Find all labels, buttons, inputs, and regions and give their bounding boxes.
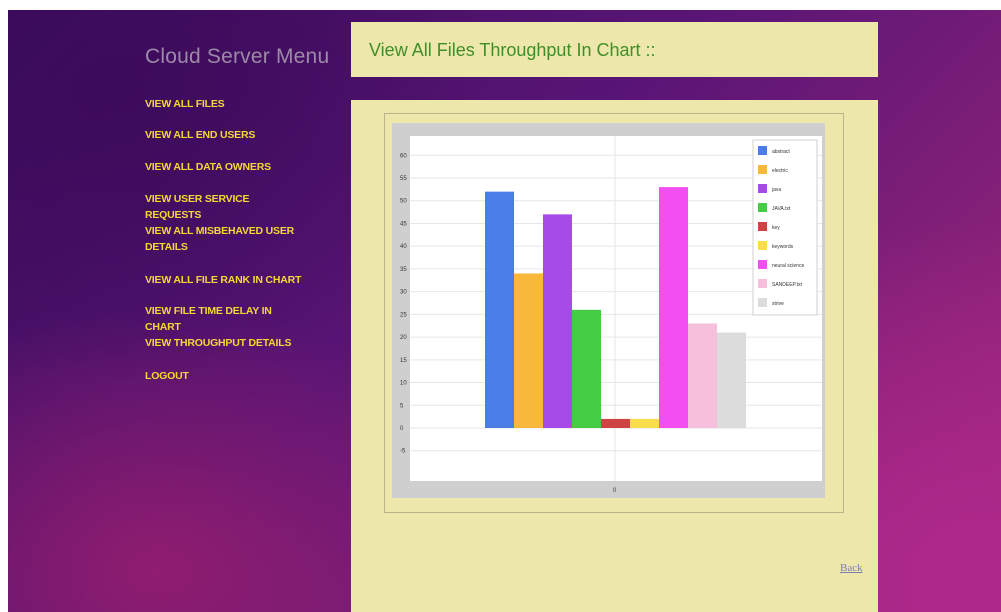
menu-item-view-file-time-delay-chart[interactable]: VIEW FILE TIME DELAY IN CHART — [145, 303, 305, 335]
header-box: View All Files Throughput In Chart :: — [351, 22, 878, 77]
back-link[interactable]: Back — [840, 562, 863, 574]
legend-swatch — [758, 203, 767, 212]
menu-item-view-throughput-details[interactable]: VIEW THROUGHPUT DETAILS — [145, 335, 305, 351]
bar — [659, 187, 688, 428]
x-tick-label: 0 — [613, 488, 617, 494]
y-tick-label: 50 — [400, 199, 407, 205]
bar — [514, 273, 543, 428]
legend-swatch — [758, 260, 767, 269]
bar — [572, 309, 601, 428]
y-tick-label: 15 — [400, 358, 407, 364]
y-tick-label: -5 — [400, 449, 406, 455]
legend-label: JAVA.txt — [772, 206, 791, 212]
legend-label: abstract — [772, 149, 790, 155]
bar — [485, 191, 514, 428]
throughput-chart: -5 0 5 10 15 20 25 30 35 40 45 50 55 60 0 abstract elect… — [400, 136, 822, 494]
legend-label: neural science — [772, 263, 804, 269]
legend-label: java — [771, 187, 781, 193]
legend-label: strive — [772, 301, 784, 307]
y-tick-label: 20 — [400, 335, 407, 341]
legend-swatch — [758, 222, 767, 231]
y-tick-label: 5 — [400, 403, 404, 409]
menu-item-logout[interactable]: LOGOUT — [145, 368, 305, 384]
menu-item-view-all-data-owners[interactable]: VIEW ALL DATA OWNERS — [145, 159, 305, 175]
legend-label: keywords — [772, 244, 794, 250]
y-tick-label: 35 — [400, 267, 407, 273]
y-tick-label: 45 — [400, 221, 407, 227]
legend-swatch — [758, 298, 767, 307]
bar — [543, 214, 572, 428]
y-tick-label: 25 — [400, 312, 407, 318]
bar — [688, 323, 717, 428]
menu-item-view-all-end-users[interactable]: VIEW ALL END USERS — [145, 127, 305, 143]
legend-label: electric — [772, 168, 788, 174]
legend-label: SANDEEP.txt — [772, 282, 803, 288]
legend-swatch — [758, 165, 767, 174]
y-tick-label: 60 — [400, 153, 407, 159]
legend-swatch — [758, 279, 767, 288]
menu-item-view-all-files[interactable]: VIEW ALL FILES — [145, 96, 305, 112]
bar — [717, 332, 746, 428]
menu-item-view-user-service-requests[interactable]: VIEW USER SERVICE REQUESTS — [145, 191, 305, 223]
y-tick-label: 10 — [400, 381, 407, 387]
legend-label: key — [772, 225, 780, 231]
legend-swatch — [758, 184, 767, 193]
legend-swatch — [758, 146, 767, 155]
y-tick-label: 40 — [400, 244, 407, 250]
menu-item-view-misbehaved-user-details[interactable]: VIEW ALL MISBEHAVED USER DETAILS — [145, 223, 305, 255]
y-tick-label: 55 — [400, 176, 407, 182]
legend-swatch — [758, 241, 767, 250]
y-tick-label: 0 — [400, 426, 404, 432]
menu-title: Cloud Server Menu — [145, 45, 330, 68]
y-tick-label: 30 — [400, 290, 407, 296]
page-title: View All Files Throughput In Chart :: — [369, 40, 656, 60]
menu-item-view-file-rank-chart[interactable]: VIEW ALL FILE RANK IN CHART — [145, 272, 305, 288]
bar — [601, 418, 630, 428]
bar — [630, 418, 659, 428]
